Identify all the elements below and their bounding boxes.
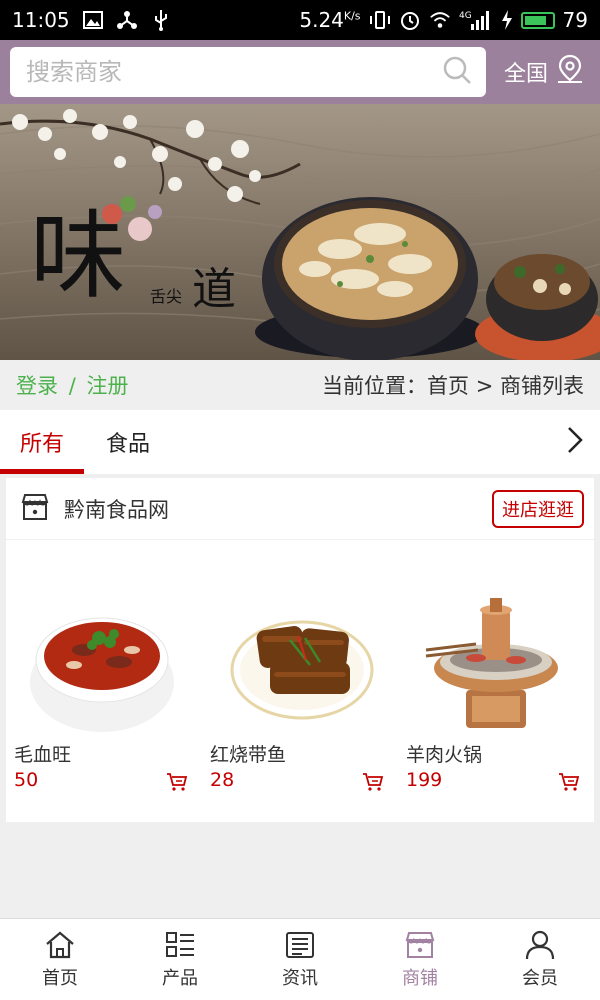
- svg-text:舌尖: 舌尖: [150, 287, 182, 306]
- shop-name[interactable]: 黔南食品网: [64, 494, 169, 524]
- category-tabs: 所有 食品: [0, 410, 600, 474]
- product-name[interactable]: 红烧带鱼: [210, 740, 286, 767]
- nav-stores-label: 商铺: [402, 967, 438, 989]
- product-image-hongshao-daiyu[interactable]: [210, 590, 390, 740]
- nav-member-label: 会员: [522, 967, 558, 989]
- product-price: 28: [210, 769, 235, 791]
- banner-calligraphy: 味 舌尖 道: [30, 196, 236, 315]
- register-link[interactable]: 注册: [86, 374, 128, 398]
- blossom-branch: [0, 109, 301, 205]
- charging-icon: [501, 9, 513, 31]
- battery-icon: [520, 11, 555, 29]
- side-bowl: [475, 254, 600, 360]
- user-icon: [524, 930, 556, 960]
- product-item[interactable]: 毛血旺 50: [6, 540, 202, 822]
- tabs-more-button[interactable]: [550, 410, 600, 474]
- battery-percent: 79: [562, 8, 588, 32]
- nav-home-label: 首页: [42, 967, 78, 989]
- auth-separator: /: [68, 374, 76, 398]
- store-icon: [20, 492, 50, 526]
- shop-header: 黔南食品网 进店逛逛: [6, 478, 594, 540]
- product-item[interactable]: 羊肉火锅 199: [398, 540, 594, 822]
- signal-icon: 4G: [459, 9, 493, 31]
- region-selector[interactable]: 全国: [504, 54, 590, 90]
- chevron-right-icon: [566, 425, 584, 459]
- home-icon: [44, 930, 76, 960]
- tab-all[interactable]: 所有: [0, 410, 84, 474]
- wifi-icon: [429, 9, 451, 31]
- banner-image[interactable]: 味 舌尖 道: [0, 104, 600, 360]
- product-image-yangrou-huoguo[interactable]: [406, 590, 586, 740]
- shop-card: 黔南食品网 进店逛逛 毛血旺 50 红烧带鱼 28 羊肉火锅 199: [6, 478, 594, 822]
- grid-list-icon: [164, 930, 196, 960]
- search-header: 全国: [0, 40, 600, 104]
- product-name[interactable]: 毛血旺: [14, 740, 71, 767]
- cart-icon[interactable]: [558, 772, 580, 796]
- tab-food[interactable]: 食品: [84, 410, 172, 474]
- clay-pot: [255, 197, 485, 360]
- product-item[interactable]: 红烧带鱼 28: [202, 540, 398, 822]
- product-name[interactable]: 羊肉火锅: [406, 740, 482, 767]
- search-icon[interactable]: [442, 55, 472, 89]
- alarm-icon: [399, 9, 421, 31]
- nav-news[interactable]: 资讯: [240, 919, 360, 1000]
- nav-news-label: 资讯: [282, 967, 318, 989]
- vibrate-icon: [369, 9, 391, 31]
- bottom-nav: 首页 产品 资讯 商铺 会员: [0, 918, 600, 1000]
- store-icon: [404, 930, 436, 960]
- product-price: 199: [406, 769, 443, 791]
- product-price: 50: [14, 769, 39, 791]
- status-bar: 11:05 5.24K/s 4G 79: [0, 0, 600, 40]
- enter-shop-button[interactable]: 进店逛逛: [492, 489, 584, 528]
- search-box[interactable]: [10, 47, 486, 97]
- product-image-maoxuewang[interactable]: [14, 590, 194, 740]
- cart-icon[interactable]: [362, 772, 384, 796]
- nav-stores[interactable]: 商铺: [360, 919, 480, 1000]
- status-time: 11:05: [12, 8, 70, 32]
- login-link[interactable]: 登录: [16, 374, 58, 398]
- usb-icon: [150, 9, 172, 31]
- nav-products[interactable]: 产品: [120, 919, 240, 1000]
- cart-icon[interactable]: [166, 772, 188, 796]
- breadcrumb: 当前位置：首页 > 商铺列表: [322, 374, 584, 398]
- auth-links: 登录 / 注册: [16, 370, 128, 400]
- news-icon: [284, 930, 316, 960]
- product-list: 毛血旺 50 红烧带鱼 28 羊肉火锅 199: [6, 540, 594, 822]
- region-label: 全国: [503, 62, 548, 87]
- breadcrumb-bar: 登录 / 注册 当前位置：首页 > 商铺列表: [0, 360, 600, 410]
- svg-text:道: 道: [192, 264, 236, 315]
- search-input[interactable]: [26, 58, 442, 86]
- image-icon: [82, 9, 104, 31]
- network-speed: 5.24K/s: [299, 8, 361, 32]
- nav-home[interactable]: 首页: [0, 919, 120, 1000]
- share-icon: [116, 9, 138, 31]
- location-pin-icon: [556, 54, 584, 90]
- nav-products-label: 产品: [162, 967, 198, 989]
- svg-text:4G: 4G: [459, 11, 472, 21]
- nav-member[interactable]: 会员: [480, 919, 600, 1000]
